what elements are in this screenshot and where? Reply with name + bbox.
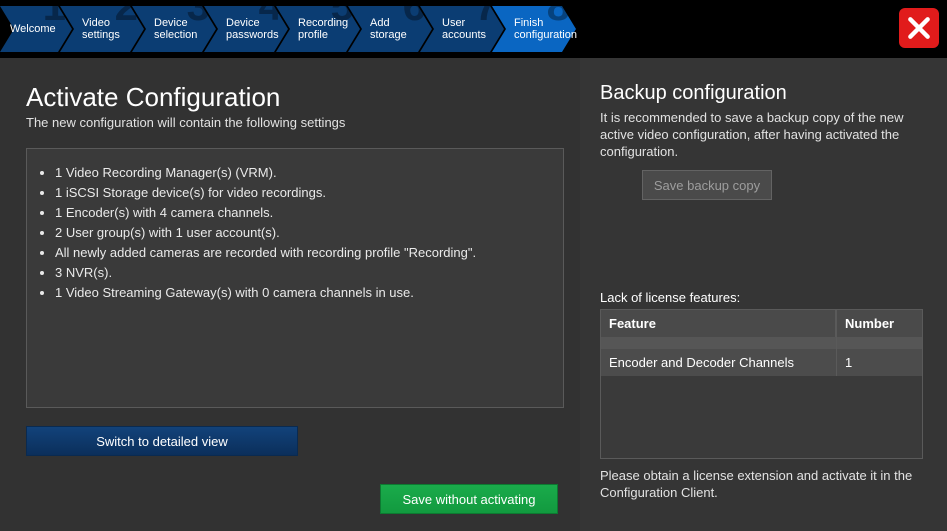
step-label: Finishconfiguration [514, 17, 562, 41]
switch-view-button[interactable]: Switch to detailed view [26, 426, 298, 456]
summary-item: 3 NVR(s). [55, 264, 549, 281]
close-icon [906, 15, 932, 41]
step-label: Addstorage [370, 17, 418, 41]
step-label: Recordingprofile [298, 17, 346, 41]
switch-view-label: Switch to detailed view [96, 434, 228, 449]
summary-item: 1 Video Streaming Gateway(s) with 0 came… [55, 284, 549, 301]
license-col-number: Number [836, 310, 922, 337]
summary-item: 1 iSCSI Storage device(s) for video reco… [55, 184, 549, 201]
license-col-feature: Feature [601, 310, 836, 337]
summary-item: 1 Encoder(s) with 4 camera channels. [55, 204, 549, 221]
right-panel: Backup configuration It is recommended t… [580, 58, 947, 531]
license-cell-number [836, 337, 922, 349]
save-backup-label: Save backup copy [654, 178, 760, 193]
license-row [601, 337, 922, 349]
license-cell-feature [601, 337, 836, 349]
left-panel: Activate Configuration The new configura… [0, 58, 580, 531]
summary-box: 1 Video Recording Manager(s) (VRM). 1 iSC… [26, 148, 564, 408]
step-label: Welcome [10, 23, 58, 35]
license-header: Lack of license features: [600, 290, 923, 305]
step-label: Videosettings [82, 17, 130, 41]
save-without-activating-label: Save without activating [403, 492, 536, 507]
license-table: Feature Number Encoder and Decoder Chann… [600, 309, 923, 459]
save-backup-button[interactable]: Save backup copy [642, 170, 772, 200]
page-title: Activate Configuration [26, 82, 564, 113]
summary-item: 2 User group(s) with 1 user account(s). [55, 224, 549, 241]
summary-item: All newly added cameras are recorded wit… [55, 244, 549, 261]
page-subtitle: The new configuration will contain the f… [26, 115, 564, 130]
license-table-header: Feature Number [601, 310, 922, 337]
wizard-steps: 1Welcome2Videosettings3Deviceselection4D… [0, 0, 947, 58]
license-row: Encoder and Decoder Channels1 [601, 349, 922, 376]
step-label: Useraccounts [442, 17, 490, 41]
close-button[interactable] [899, 8, 939, 48]
license-note: Please obtain a license extension and ac… [600, 467, 923, 501]
backup-description: It is recommended to save a backup copy … [600, 109, 923, 160]
license-cell-number: 1 [836, 349, 922, 376]
save-without-activating-button[interactable]: Save without activating [380, 484, 558, 514]
license-cell-feature: Encoder and Decoder Channels [601, 349, 836, 376]
summary-item: 1 Video Recording Manager(s) (VRM). [55, 164, 549, 181]
step-label: Devicepasswords [226, 17, 274, 41]
backup-title: Backup configuration [600, 82, 923, 105]
page-body: Activate Configuration The new configura… [0, 58, 947, 531]
step-label: Deviceselection [154, 17, 202, 41]
wizard-step-8[interactable]: 8Finishconfiguration [492, 6, 576, 52]
